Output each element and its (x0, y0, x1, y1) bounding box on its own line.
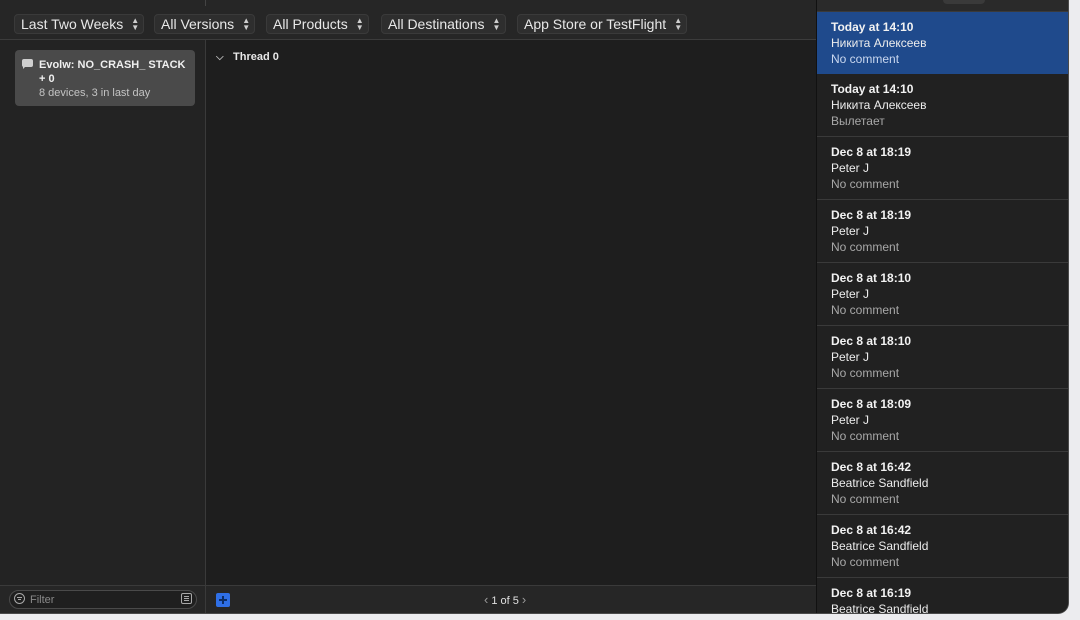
feedback-comment: No comment (831, 492, 900, 506)
up-down-chevron-icon: ▲ ▼ (674, 16, 683, 32)
feedback-date: Dec 8 at 16:42 (831, 523, 912, 537)
up-down-chevron-icon: ▲ ▼ (242, 16, 251, 32)
filter-bar: Last Two Weeks ▲ ▼ All Versions ▲ ▼ All Pr… (0, 11, 816, 40)
filter-icon (14, 593, 25, 604)
feedback-comment: No comment (831, 429, 900, 443)
destinations-label: All Destinations (388, 16, 485, 32)
feedback-item[interactable]: Dec 8 at 18:19 Peter J No comment (817, 200, 1068, 263)
thread-row[interactable]: ⌵ Thread 0 (216, 49, 279, 65)
speech-bubble-icon (22, 59, 33, 69)
feedback-comment: No comment (831, 366, 900, 380)
feedback-item[interactable]: Dec 8 at 18:09 Peter J No comment (817, 389, 1068, 452)
feedback-date: Today at 14:10 (831, 82, 914, 96)
thread-label: Thread 0 (233, 51, 279, 63)
feedback-comment: Вылетает (831, 114, 885, 128)
up-down-chevron-icon: ▲ ▼ (131, 16, 140, 32)
up-down-chevron-icon: ▲ ▼ (355, 16, 364, 32)
feedback-author: Никита Алексеев (831, 36, 927, 50)
feedback-author: Никита Алексеев (831, 98, 927, 112)
pager: ‹ 1 of 5 › (481, 592, 529, 608)
distribution-popup[interactable]: App Store or TestFlight ▲ ▼ (517, 14, 688, 34)
distribution-label: App Store or TestFlight (524, 16, 667, 32)
feedback-author: Peter J (831, 287, 870, 301)
time-range-popup[interactable]: Last Two Weeks ▲ ▼ (14, 14, 145, 34)
toolbar-divider (205, 0, 206, 6)
feedback-item[interactable]: Dec 8 at 18:10 Peter J No comment (817, 326, 1068, 389)
feedback-date: Today at 14:10 (831, 20, 914, 34)
products-popup[interactable]: All Products ▲ ▼ (266, 14, 369, 34)
time-range-label: Last Two Weeks (21, 16, 124, 32)
versions-popup[interactable]: All Versions ▲ ▼ (154, 14, 256, 34)
feedback-date: Dec 8 at 18:10 (831, 271, 912, 285)
sidebar-footer (0, 585, 206, 613)
up-down-chevron-icon: ▲ ▼ (492, 16, 501, 32)
feedback-author: Beatrice Sandfield (831, 476, 929, 490)
list-icon[interactable] (181, 593, 192, 604)
feedback-author: Beatrice Sandfield (831, 539, 929, 553)
chevron-left-icon[interactable]: ‹ (481, 592, 491, 607)
feedback-author: Peter J (831, 224, 870, 238)
filter-field[interactable] (9, 590, 197, 609)
versions-label: All Versions (161, 16, 235, 32)
feedback-date: Dec 8 at 18:10 (831, 334, 912, 348)
crash-group-title: Evolw: NO_CRASH_ STACK + 0 (39, 59, 186, 85)
feedback-date: Dec 8 at 16:19 (831, 586, 912, 600)
feedback-date: Dec 8 at 18:19 (831, 145, 912, 159)
feedback-item[interactable]: Dec 8 at 16:42 Beatrice Sandfield No com… (817, 452, 1068, 515)
feedback-item[interactable]: Dec 8 at 16:19 Beatrice Sandfield (817, 578, 1068, 613)
inspector-segment-control[interactable] (943, 0, 985, 4)
stack-trace-pane: ⌵ Thread 0 (206, 40, 816, 585)
chevron-right-icon[interactable]: › (519, 592, 529, 607)
products-label: All Products (273, 16, 348, 32)
feedback-comment: No comment (831, 240, 900, 254)
crash-list-sidebar: Evolw: NO_CRASH_ STACK + 0 8 devices, 3 … (0, 40, 206, 585)
feedback-date: Dec 8 at 18:19 (831, 208, 912, 222)
add-icon[interactable] (216, 593, 230, 607)
inspector-topbar (817, 0, 1068, 12)
feedback-comment: No comment (831, 303, 900, 317)
feedback-author: Peter J (831, 413, 870, 427)
feedback-inspector: Today at 14:10 Никита Алексеев No commen… (816, 0, 1068, 613)
feedback-author: Beatrice Sandfield (831, 602, 929, 613)
feedback-author: Peter J (831, 161, 870, 175)
chevron-down-icon[interactable]: ⌵ (216, 50, 228, 66)
pager-text: 1 of 5 (491, 595, 519, 607)
feedback-comment: No comment (831, 177, 900, 191)
feedback-comment: No comment (831, 555, 900, 569)
crash-group-subtitle: 8 devices, 3 in last day (39, 87, 151, 99)
feedback-date: Dec 8 at 16:42 (831, 460, 912, 474)
feedback-item[interactable]: Dec 8 at 18:10 Peter J No comment (817, 263, 1068, 326)
feedback-item[interactable]: Dec 8 at 16:42 Beatrice Sandfield No com… (817, 515, 1068, 578)
stack-trace-footer: ‹ 1 of 5 › (206, 585, 816, 613)
feedback-author: Peter J (831, 350, 870, 364)
feedback-item[interactable]: Today at 14:10 Никита Алексеев No commen… (817, 12, 1068, 74)
feedback-comment: No comment (831, 52, 900, 66)
feedback-item[interactable]: Today at 14:10 Никита Алексеев Вылетает (817, 74, 1068, 137)
organizer-window: Last Two Weeks ▲ ▼ All Versions ▲ ▼ All Pr… (0, 0, 1068, 613)
feedback-list: Today at 14:10 Никита Алексеев No commen… (817, 12, 1068, 613)
crash-group-item[interactable]: Evolw: NO_CRASH_ STACK + 0 8 devices, 3 … (15, 50, 195, 106)
feedback-date: Dec 8 at 18:09 (831, 397, 912, 411)
destinations-popup[interactable]: All Destinations ▲ ▼ (381, 14, 506, 34)
filter-input[interactable] (30, 592, 170, 607)
feedback-item[interactable]: Dec 8 at 18:19 Peter J No comment (817, 137, 1068, 200)
